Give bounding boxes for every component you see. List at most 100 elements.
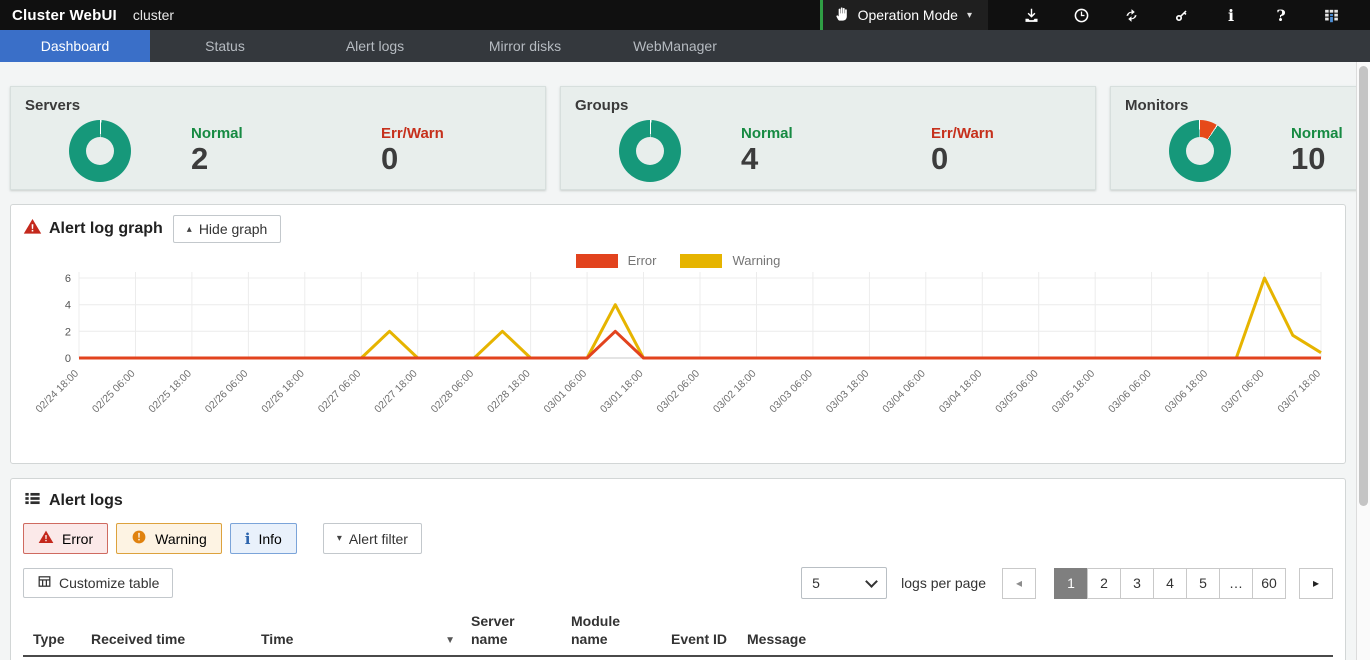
severity-filter-row: Error Warning iInfo ▾ Alert filter <box>23 523 1333 554</box>
chevron-down-icon: ▾ <box>337 533 342 544</box>
alert-logs-table: TypeReceived timeTime▼ServernameModulena… <box>23 611 1333 660</box>
svg-text:03/02 18:00: 03/02 18:00 <box>711 368 759 416</box>
svg-text:4: 4 <box>65 300 71 312</box>
svg-text:03/04 18:00: 03/04 18:00 <box>937 368 985 416</box>
page-button-1[interactable]: 1 <box>1054 568 1088 599</box>
tab-bar: DashboardStatusAlert logsMirror disksWeb… <box>0 30 1370 62</box>
svg-text:02/24 18:00: 02/24 18:00 <box>33 368 81 416</box>
key-icon[interactable] <box>1156 0 1206 30</box>
download-icon[interactable] <box>1006 0 1056 30</box>
column-header-server-name[interactable]: Servername <box>461 611 561 656</box>
svg-text:2: 2 <box>65 326 71 338</box>
alert-log-line-chart: 02/24 18:0002/25 06:0002/25 18:0002/26 0… <box>23 268 1335 450</box>
summary-cards-row: Servers Normal2 Err/Warn0 Groups Normal4… <box>0 62 1370 190</box>
page-button-4[interactable]: 4 <box>1153 568 1187 599</box>
tab-mirror-disks[interactable]: Mirror disks <box>450 30 600 62</box>
svg-text:03/03 06:00: 03/03 06:00 <box>767 368 815 416</box>
chevron-down-icon <box>865 575 878 588</box>
operation-mode-label: Operation Mode <box>858 7 958 23</box>
tab-dashboard[interactable]: Dashboard <box>0 30 150 62</box>
alert-log-graph-panel: Alert log graph ▴ Hide graph Error Warnin… <box>10 204 1346 464</box>
error-icon <box>38 529 54 548</box>
svg-text:02/28 06:00: 02/28 06:00 <box>429 368 477 416</box>
top-header-bar: Cluster WebUI cluster Operation Mode ▾ i… <box>0 0 1370 30</box>
tab-alert-logs[interactable]: Alert logs <box>300 30 450 62</box>
clock-icon[interactable] <box>1056 0 1106 30</box>
scrollbar <box>1356 62 1370 660</box>
page-button-3[interactable]: 3 <box>1120 568 1154 599</box>
logs-per-page-select[interactable]: 5 <box>801 567 887 599</box>
alert-filter-button[interactable]: ▾ Alert filter <box>323 523 422 554</box>
filter-error-button[interactable]: Error <box>23 523 108 554</box>
summary-card-servers: Servers Normal2 Err/Warn0 <box>10 86 546 190</box>
cell-received-time: 2019/03/07 14:59:13.332 <box>81 656 251 660</box>
refresh-icon[interactable] <box>1106 0 1156 30</box>
toolbar-icons: i? <box>988 0 1370 30</box>
table-header-row: TypeReceived timeTime▼ServernameModulena… <box>23 611 1333 656</box>
table-info-icon[interactable] <box>1306 0 1356 30</box>
svg-text:02/25 18:00: 02/25 18:00 <box>146 368 194 416</box>
monitors-status-donut <box>1169 120 1231 182</box>
hide-graph-button[interactable]: ▴ Hide graph <box>173 215 282 243</box>
summary-card-monitors: Monitors Normal10 Err/Warn1 <box>1110 86 1370 190</box>
chevron-up-icon: ▴ <box>187 224 192 235</box>
table-icon <box>37 574 52 592</box>
scrollbar-thumb[interactable] <box>1359 66 1368 506</box>
svg-text:03/05 18:00: 03/05 18:00 <box>1050 368 1098 416</box>
groups-normal-stat: Normal4 <box>741 125 891 176</box>
column-header-time[interactable]: Time▼ <box>251 611 461 656</box>
cell-event-id: 1504 <box>661 656 737 660</box>
alert-logs-panel: Alert logs Error Warning iInfo ▾ Alert f… <box>10 478 1346 660</box>
svg-text:03/07 06:00: 03/07 06:00 <box>1219 368 1267 416</box>
pagination: 5 logs per page ◂ 12345…60 ▸ <box>801 567 1333 599</box>
svg-text:03/04 06:00: 03/04 06:00 <box>880 368 928 416</box>
customize-table-button[interactable]: Customize table <box>23 568 173 598</box>
filter-info-button[interactable]: iInfo <box>230 523 297 554</box>
svg-text:03/06 06:00: 03/06 06:00 <box>1106 368 1154 416</box>
column-header-message[interactable]: Message <box>737 611 1333 656</box>
page-button-60[interactable]: 60 <box>1252 568 1286 599</box>
pager-prev-button[interactable]: ◂ <box>1002 568 1036 599</box>
alert-log-chart-area: 02/24 18:0002/25 06:0002/25 18:0002/26 0… <box>23 268 1333 453</box>
cell-server-name: server1 <box>461 656 561 660</box>
servers-errwarn-stat: Err/Warn0 <box>381 125 531 176</box>
legend-warning: Warning <box>680 253 780 268</box>
pager-next-button[interactable]: ▸ <box>1299 568 1333 599</box>
app-title: Cluster WebUI <box>12 7 117 24</box>
chevron-down-icon: ▾ <box>967 10 972 21</box>
error-triangle-icon <box>23 217 42 241</box>
servers-normal-stat: Normal2 <box>191 125 341 176</box>
svg-text:03/01 18:00: 03/01 18:00 <box>598 368 646 416</box>
card-title-groups: Groups <box>575 97 1081 114</box>
page-button-5[interactable]: 5 <box>1186 568 1220 599</box>
tab-status[interactable]: Status <box>150 30 300 62</box>
svg-text:02/26 06:00: 02/26 06:00 <box>203 368 251 416</box>
svg-text:02/27 18:00: 02/27 18:00 <box>372 368 420 416</box>
page-button-2[interactable]: 2 <box>1087 568 1121 599</box>
info-icon[interactable]: i <box>1206 0 1256 30</box>
svg-text:02/25 06:00: 02/25 06:00 <box>90 368 138 416</box>
filter-warning-button[interactable]: Warning <box>116 523 222 554</box>
alert-log-row[interactable]: 2019/03/07 14:59:13.332 2019/03/07 14:59… <box>23 656 1333 660</box>
summary-card-groups: Groups Normal4 Err/Warn0 <box>560 86 1096 190</box>
groups-status-donut <box>619 120 681 182</box>
chart-legend: Error Warning <box>23 253 1333 268</box>
svg-text:03/05 06:00: 03/05 06:00 <box>993 368 1041 416</box>
column-header-event-id[interactable]: Event ID <box>661 611 737 656</box>
svg-text:02/27 06:00: 02/27 06:00 <box>316 368 364 416</box>
pager: 12345…60 <box>1055 568 1286 599</box>
operation-mode-dropdown[interactable]: Operation Mode ▾ <box>823 0 988 30</box>
tab-webmanager[interactable]: WebManager <box>600 30 750 62</box>
question-icon[interactable]: ? <box>1256 0 1306 30</box>
column-header-received-time[interactable]: Received time <box>81 611 251 656</box>
list-icon <box>23 489 42 513</box>
hand-icon <box>835 6 851 25</box>
column-header-type[interactable]: Type <box>23 611 81 656</box>
column-header-module-name[interactable]: Modulename <box>561 611 661 656</box>
cell-time: 2019/03/07 14:59:13.307 <box>251 656 461 660</box>
legend-error: Error <box>576 253 657 268</box>
page-button-…[interactable]: … <box>1219 568 1253 599</box>
alert-log-graph-title: Alert log graph <box>23 217 163 241</box>
alert-logs-title: Alert logs <box>23 489 1333 513</box>
svg-text:02/28 18:00: 02/28 18:00 <box>485 368 533 416</box>
